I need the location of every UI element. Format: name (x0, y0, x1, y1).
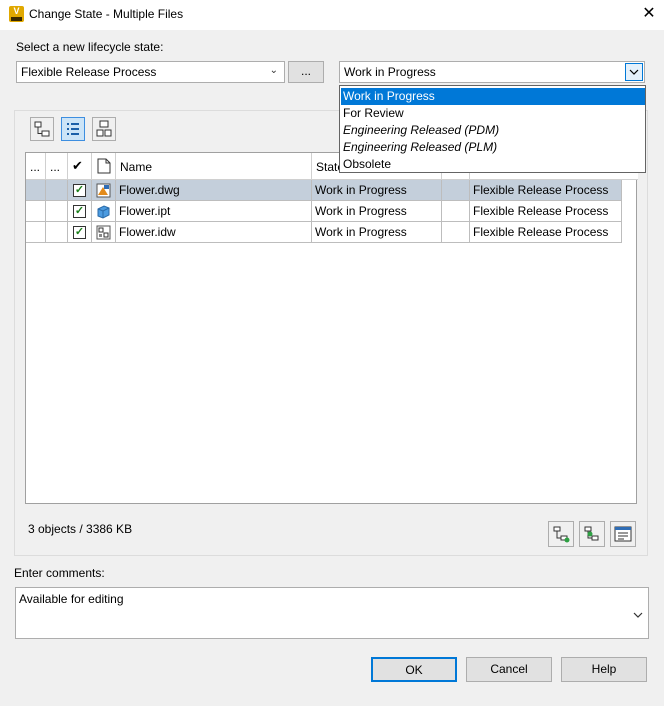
state-value: Work in Progress (344, 65, 436, 79)
window-title: Change State - Multiple Files (29, 7, 184, 21)
checkmark-icon: ✔ (72, 158, 83, 173)
tree-collapse-icon (584, 526, 599, 541)
file-name: Flower.ipt (119, 204, 171, 218)
file-state: Work in Progress (315, 225, 407, 239)
ok-button[interactable]: OK (371, 657, 457, 682)
process-combobox[interactable]: Flexible Release Process ⌄ (16, 61, 285, 83)
object-summary: 3 objects / 3386 KB (28, 522, 133, 536)
list-view-button[interactable] (61, 117, 85, 141)
chevron-down-icon[interactable] (631, 608, 645, 622)
chevron-down-icon: ⌄ (269, 65, 278, 76)
expand-tree-button[interactable] (548, 521, 574, 547)
column-header-2[interactable]: ... (46, 153, 68, 180)
file-process: Flexible Release Process (473, 204, 609, 218)
state-option-engineering-released-plm[interactable]: Engineering Released (PLM) (341, 139, 645, 156)
document-icon (97, 158, 111, 174)
state-option-obsolete[interactable]: Obsolete (341, 156, 645, 173)
collapse-tree-button[interactable] (579, 521, 605, 547)
grouped-view-button[interactable] (92, 117, 116, 141)
table-row[interactable]: ✓ Flower.dwg Work in Progress Flexible R… (26, 180, 622, 201)
tree-view-button[interactable] (30, 117, 54, 141)
files-grid: ... ... ✔ Name State ✓ Flower.dwg Work i… (25, 152, 638, 504)
file-state: Work in Progress (315, 204, 407, 218)
table-row[interactable]: ✓ Flower.ipt Work in Progress Flexible R… (26, 201, 622, 222)
close-icon[interactable]: ✕ (636, 2, 662, 26)
column-header-2-label: ... (50, 160, 61, 174)
comments-text: Available for editing (19, 592, 124, 606)
hierarchy-icon (34, 121, 50, 137)
column-header-type[interactable] (92, 153, 116, 180)
state-option-work-in-progress[interactable]: Work in Progress (341, 88, 645, 105)
state-dropdown-list[interactable]: Work in Progress For Review Engineering … (339, 85, 646, 173)
column-header-1[interactable]: ... (26, 153, 46, 180)
row-checkbox[interactable]: ✓ (73, 184, 86, 197)
properties-button[interactable] (610, 521, 636, 547)
process-value: Flexible Release Process (21, 65, 157, 79)
state-combobox[interactable]: Work in Progress (339, 61, 645, 83)
comments-label: Enter comments: (14, 566, 105, 580)
table-row[interactable]: ✓ Flower.idw Work in Progress Flexible R… (26, 222, 622, 243)
file-name: Flower.idw (119, 225, 176, 239)
idw-file-icon (96, 225, 111, 240)
cancel-button[interactable]: Cancel (466, 657, 552, 682)
ipt-file-icon (97, 205, 110, 219)
properties-icon (614, 526, 632, 542)
vault-app-icon: V (9, 6, 24, 22)
file-process: Flexible Release Process (473, 183, 609, 197)
tree-expand-icon (553, 526, 570, 543)
file-name: Flower.dwg (119, 183, 180, 197)
state-option-engineering-released-pdm[interactable]: Engineering Released (PDM) (341, 122, 645, 139)
state-dropdown-button[interactable] (625, 63, 643, 81)
state-option-for-review[interactable]: For Review (341, 105, 645, 122)
file-process: Flexible Release Process (473, 225, 609, 239)
column-header-1-label: ... (30, 160, 41, 174)
help-button[interactable]: Help (561, 657, 647, 682)
comments-field[interactable]: Available for editing (15, 587, 649, 639)
row-checkbox[interactable]: ✓ (73, 226, 86, 239)
lifecycle-label: Select a new lifecycle state: (16, 40, 164, 54)
group-icon (96, 120, 112, 137)
list-icon (67, 123, 79, 135)
column-header-name[interactable]: Name (116, 153, 312, 180)
row-checkbox[interactable]: ✓ (73, 205, 86, 218)
column-header-name-label: Name (120, 160, 153, 174)
browse-button[interactable]: ... (288, 61, 324, 83)
column-header-check[interactable]: ✔ (68, 153, 92, 180)
file-state: Work in Progress (315, 183, 407, 197)
dwg-file-icon (96, 183, 111, 198)
chevron-down-icon (629, 69, 639, 75)
